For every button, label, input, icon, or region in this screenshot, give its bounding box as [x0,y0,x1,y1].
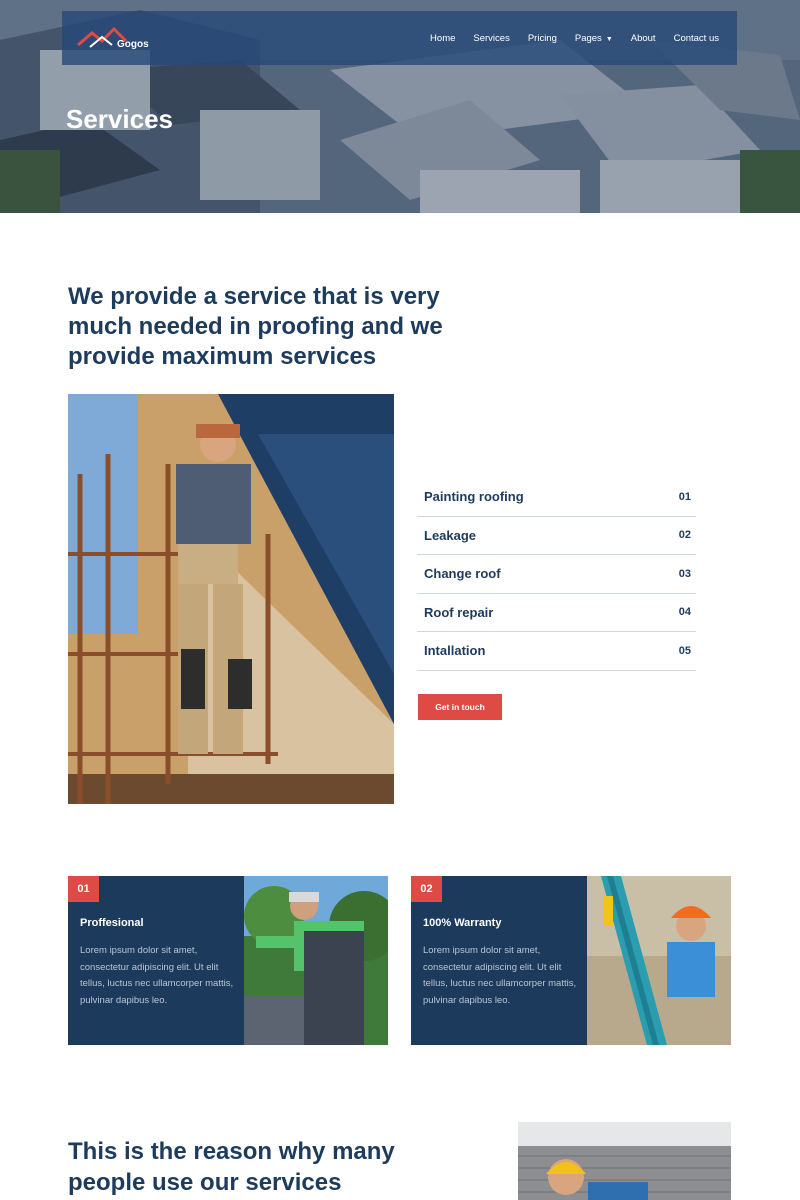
nav-services[interactable]: Services [473,33,509,44]
service-item-installation[interactable]: Intallation 05 [417,632,696,671]
service-list: Painting roofing 01 Leakage 02 Change ro… [417,478,696,671]
feature-title: 100% Warranty [423,917,502,929]
service-item-leakage[interactable]: Leakage 02 [417,517,696,555]
roofer-on-scaffold-photo [68,394,394,804]
service-number: 04 [678,606,691,619]
nav-about[interactable]: About [631,33,656,44]
nav-pages[interactable]: Pages ▼ [575,33,613,44]
service-name: Change roof [424,566,501,582]
service-name: Leakage [424,527,477,543]
nav-pages-label: Pages [574,33,602,44]
service-item-roof-repair[interactable]: Roof repair 04 [417,594,696,632]
navbar: Gogos Home Services Pricing Pages ▼ About… [62,11,737,65]
service-number: 02 [678,529,691,542]
roofer-helmet-photo [518,1122,731,1200]
brand-name[interactable]: Gogos [117,39,149,50]
feature-number-badge: 02 [411,876,442,902]
get-in-touch-button[interactable]: Get in touch [418,694,502,720]
service-item-change-roof[interactable]: Change roof 03 [417,555,696,594]
hero-banner: Gogos Home Services Pricing Pages ▼ About… [0,0,800,213]
intro-heading: We provide a service that is very much n… [68,283,443,370]
feature-description: Lorem ipsum dolor sit amet, consectetur … [80,945,234,1006]
nav-links: Home Services Pricing Pages ▼ About Conta… [430,33,719,44]
service-name: Intallation [424,643,486,659]
service-number: 03 [678,567,691,580]
feature-number-badge: 01 [68,876,99,902]
ladder-worker-photo [587,876,731,1045]
feature-card-warranty: 02 100% Warranty Lorem ipsum dolor sit a… [411,876,731,1045]
service-number: 05 [678,644,691,657]
feature-description: Lorem ipsum dolor sit amet, consectetur … [423,945,577,1006]
feature-card-professional: 01 Proffesional Lorem ipsum dolor sit am… [68,876,388,1045]
gutter-worker-photo [244,876,388,1045]
service-name: Roof repair [424,604,494,620]
page-title: Services [66,104,173,134]
service-number: 01 [678,490,691,503]
service-item-painting-roofing[interactable]: Painting roofing 01 [417,478,696,517]
nav-pricing[interactable]: Pricing [528,33,557,44]
feature-title: Proffesional [80,917,144,929]
service-name: Painting roofing [424,489,524,505]
nav-home[interactable]: Home [430,33,455,44]
reason-heading: This is the reason why many people use o… [68,1138,395,1196]
nav-contact[interactable]: Contact us [674,33,719,44]
chevron-down-icon: ▼ [605,36,613,43]
